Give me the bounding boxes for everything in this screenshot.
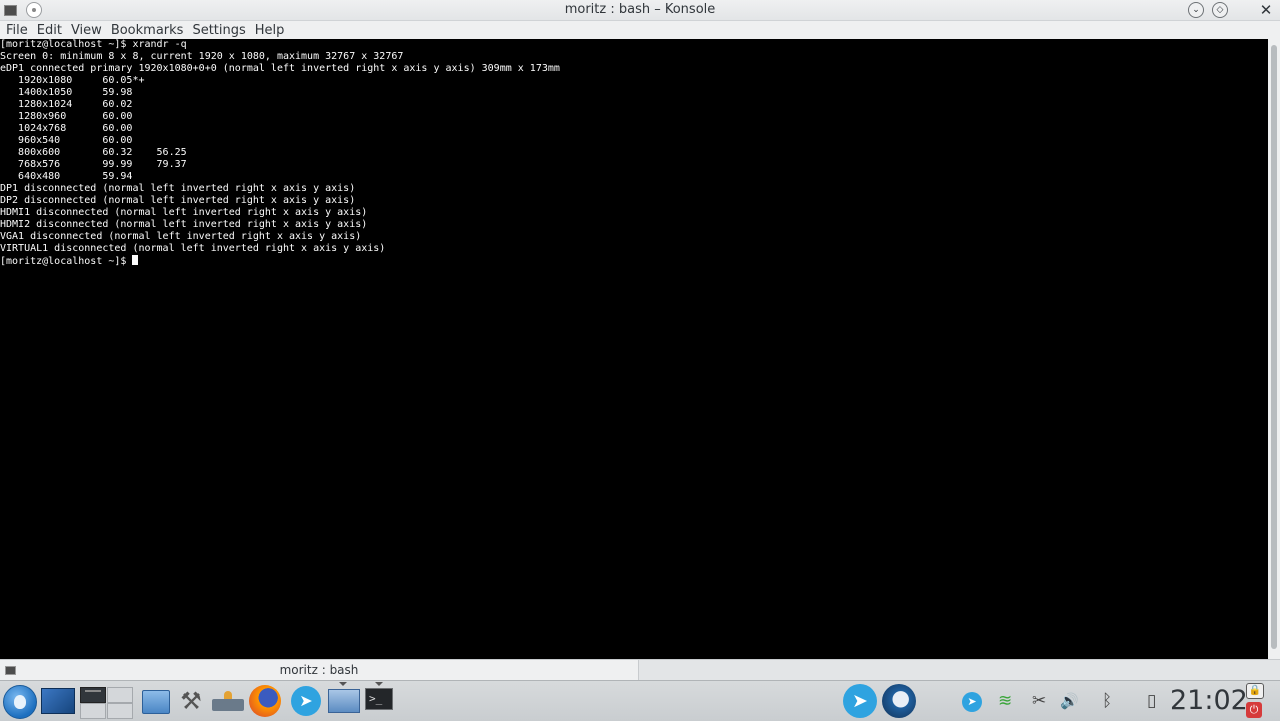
konsole-taskbar-icon[interactable]: >_ xyxy=(365,688,393,710)
firefox-icon[interactable] xyxy=(249,685,281,717)
window-title: moritz : bash – Konsole xyxy=(564,2,716,17)
tab-bash[interactable]: moritz : bash xyxy=(0,660,639,680)
menu-file[interactable]: File xyxy=(2,23,32,38)
maximize-button[interactable]: ◇ xyxy=(1212,2,1228,18)
minimize-button[interactable]: ⌄ xyxy=(1188,2,1204,18)
terminal-line: Screen 0: minimum 8 x 8, current 1920 x … xyxy=(0,51,404,62)
terminal-line: VGA1 disconnected (normal left inverted … xyxy=(0,231,362,242)
workspace-2[interactable] xyxy=(107,687,133,703)
terminal-line: HDMI1 disconnected (normal left inverted… xyxy=(0,207,368,218)
terminal-line: 640x480 59.94 xyxy=(0,171,133,182)
terminal-line: 768x576 99.99 79.37 xyxy=(0,159,187,170)
terminal-line: 1280x1024 60.02 xyxy=(0,99,133,110)
terminal-prompt: [moritz@localhost ~]$ xyxy=(0,256,133,267)
terminal-line: 800x600 60.32 56.25 xyxy=(0,147,187,158)
window-titlebar[interactable]: moritz : bash – Konsole ⌄ ◇ ✕ xyxy=(0,0,1280,21)
show-desktop-icon[interactable] xyxy=(41,688,75,714)
terminal-cursor xyxy=(132,255,139,265)
digital-clock[interactable]: 21:02 xyxy=(1170,684,1248,718)
terminal-prompt-line[interactable]: [moritz@localhost ~]$ xyxy=(0,255,1268,267)
bluetooth-icon[interactable]: ᛒ xyxy=(1102,691,1112,711)
session-tabbar: moritz : bash xyxy=(0,659,1280,680)
telegram-taskbar-icon[interactable]: ➤ xyxy=(291,686,321,716)
close-button[interactable]: ✕ xyxy=(1258,0,1274,20)
terminal-line: VIRTUAL1 disconnected (normal left inver… xyxy=(0,243,386,254)
terminal-scrollbar[interactable] xyxy=(1268,39,1280,659)
lock-screen-icon[interactable]: 🔒 xyxy=(1246,683,1264,699)
battery-icon[interactable]: ▯ xyxy=(1147,691,1156,711)
clipboard-icon[interactable]: ✂ xyxy=(1032,691,1046,711)
menu-help[interactable]: Help xyxy=(251,23,289,38)
running-task-marker xyxy=(375,682,383,686)
scrollbar-thumb[interactable] xyxy=(1271,45,1277,649)
terminal-line: DP2 disconnected (normal left inverted r… xyxy=(0,195,356,206)
terminal-line: 1280x960 60.00 xyxy=(0,111,133,122)
menu-bookmarks[interactable]: Bookmarks xyxy=(107,23,188,38)
terminal-line: [moritz@localhost ~]$ xrandr -q xyxy=(0,39,187,50)
running-task-marker xyxy=(339,682,347,686)
thunderbird-icon[interactable] xyxy=(882,684,916,718)
menubar: File Edit View Bookmarks Settings Help xyxy=(0,21,1280,39)
terminal-line: HDMI2 disconnected (normal left inverted… xyxy=(0,219,368,230)
workspace-1[interactable] xyxy=(80,687,106,703)
terminal-line: eDP1 connected primary 1920x1080+0+0 (no… xyxy=(0,63,560,74)
power-icon[interactable]: ⏻ xyxy=(1246,702,1262,718)
workspace-3[interactable] xyxy=(80,703,106,719)
file-manager-icon[interactable] xyxy=(142,690,170,714)
scanner-app-icon[interactable] xyxy=(212,691,244,713)
terminal-line: 1400x1050 59.98 xyxy=(0,87,133,98)
menu-view[interactable]: View xyxy=(67,23,106,38)
tab-label: moritz : bash xyxy=(279,663,359,677)
telegram-window-icon[interactable]: ➤ xyxy=(843,684,877,718)
wifi-icon[interactable]: ≋ xyxy=(998,691,1012,711)
terminal-output[interactable]: [moritz@localhost ~]$ xrandr -q Screen 0:… xyxy=(0,39,1268,659)
remote-desktop-icon[interactable] xyxy=(328,689,360,713)
tray-telegram-icon[interactable]: ➤ xyxy=(962,692,982,712)
menu-edit[interactable]: Edit xyxy=(33,23,66,38)
volume-icon[interactable]: 🔊 xyxy=(1060,691,1079,711)
workspace-4[interactable] xyxy=(107,703,133,719)
application-launcher-icon[interactable] xyxy=(3,685,37,719)
terminal-line: 1920x1080 60.05*+ xyxy=(0,75,145,86)
terminal-line: 1024x768 60.00 xyxy=(0,123,133,134)
virtual-desktop-pager[interactable] xyxy=(80,687,133,719)
menu-settings[interactable]: Settings xyxy=(188,23,249,38)
taskbar-panel: ⚒ ➤ >_ ➤ ➤ ≋ ✂ 🔊 ᛒ ▯ 21:02 🔒 ⏻ xyxy=(0,680,1280,721)
terminal-line: DP1 disconnected (normal left inverted r… xyxy=(0,183,356,194)
system-settings-icon[interactable]: ⚒ xyxy=(176,686,206,716)
terminal-line: 960x540 60.00 xyxy=(0,135,133,146)
